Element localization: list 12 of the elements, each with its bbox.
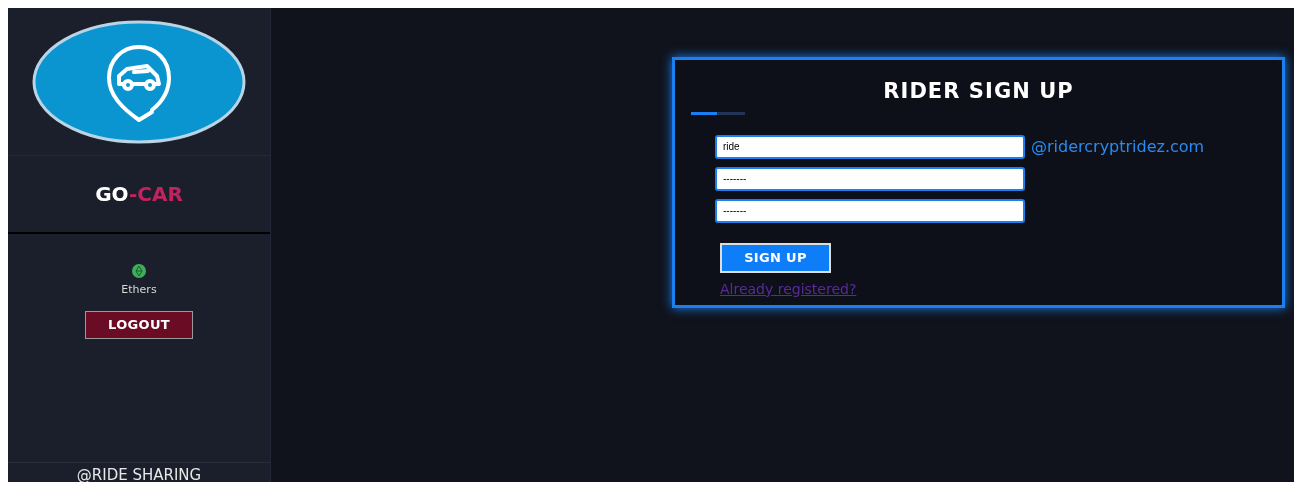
sign-up-button[interactable]: SIGN UP <box>720 242 831 273</box>
form-title: RIDER SIGN UP <box>882 78 1075 105</box>
ether-coin-icon <box>132 264 146 278</box>
logout-button[interactable]: LOGOUT <box>85 310 193 339</box>
input-field[interactable]: ride <box>715 134 1025 159</box>
input-field[interactable]: ------- <box>715 198 1025 223</box>
title-underline <box>691 111 745 115</box>
footer-text: @RIDE SHARING <box>76 465 202 482</box>
balance-label: Ethers <box>121 282 157 298</box>
email-domain: @ridercryptridez.com <box>1031 135 1205 158</box>
brand-name: GO-CAR <box>95 181 183 208</box>
input-field[interactable]: ------- <box>715 166 1025 191</box>
